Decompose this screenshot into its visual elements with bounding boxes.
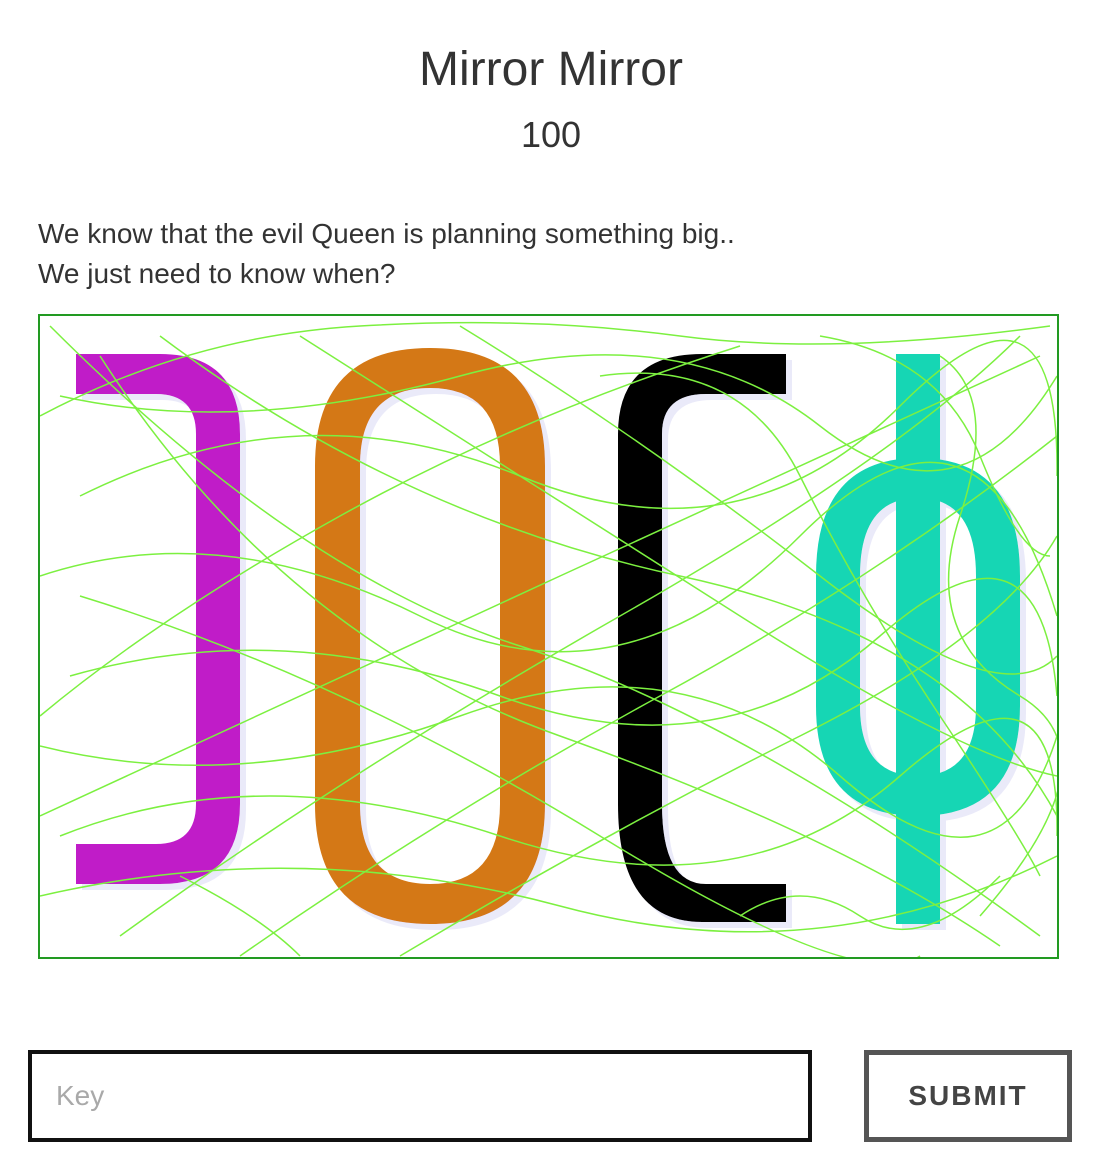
key-input[interactable]: [28, 1050, 812, 1142]
mirrored-c-glyph: [76, 354, 240, 884]
submit-button[interactable]: SUBMIT: [864, 1050, 1072, 1142]
captcha-svg: [40, 321, 1057, 957]
captcha-image: [38, 314, 1059, 959]
challenge-title: Mirror Mirror: [419, 43, 683, 96]
phi-glyph: [816, 354, 1020, 924]
description-line: We know that the evil Queen is planning …: [38, 218, 735, 249]
challenge-description: We know that the evil Queen is planning …: [38, 214, 1058, 294]
description-line: We just need to know when?: [38, 258, 396, 289]
challenge-points: 100: [520, 114, 582, 155]
